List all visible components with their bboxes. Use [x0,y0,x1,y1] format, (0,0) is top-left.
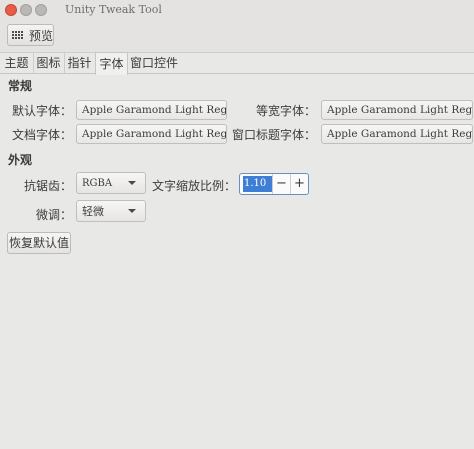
restore-defaults-button[interactable]: 恢复默认值 [7,232,71,254]
toolbar: 预览 [0,20,474,53]
document-font-button[interactable]: Apple Garamond Light Regular 13 [76,124,227,144]
text-scale-input[interactable]: 1.10 [243,176,272,192]
window-title-font-name: Apple Garamond Light Regular [327,128,473,140]
antialiasing-value: RGBA [82,177,113,189]
maximize-window-button[interactable] [35,4,47,16]
monospace-font-button[interactable]: Apple Garamond Light Regular 13 [321,100,473,120]
default-font-label: 默认字体： [11,104,72,118]
hinting-label: 微调： [35,208,72,222]
title-bar: Unity Tweak Tool [0,0,474,20]
text-scale-spinbox[interactable]: 1.10 − + [239,173,309,195]
hinting-value: 轻微 [82,205,104,218]
grid-icon [12,30,25,40]
tab-icons[interactable]: 图标 [33,53,65,73]
text-scale-label: 文字缩放比例： [151,179,236,193]
tab-window-controls[interactable]: 窗口控件 [127,53,181,73]
preview-button[interactable]: 预览 [7,24,54,46]
window-title-font-button[interactable]: Apple Garamond Light Regular 12 [321,124,473,144]
antialiasing-label: 抗锯齿： [23,179,72,193]
antialiasing-select[interactable]: RGBA [76,172,146,194]
minimize-window-button[interactable] [20,4,32,16]
monospace-font-name: Apple Garamond Light Regular [327,104,473,116]
general-section-heading: 常规 [8,79,33,93]
document-font-label: 文档字体： [11,128,72,142]
tab-cursor[interactable]: 指针 [64,53,96,73]
close-window-button[interactable] [5,4,17,16]
preview-button-label: 预览 [29,28,54,43]
window-title: Unity Tweak Tool [65,3,162,16]
decrease-button[interactable]: − [272,174,290,194]
tab-bar: 主题 图标 指针 字体 窗口控件 [0,52,474,75]
increase-button[interactable]: + [290,174,308,194]
window-title-font-label: 窗口标题字体： [232,128,317,142]
appearance-section-heading: 外观 [8,153,33,167]
default-font-name: Apple Garamond Light Regular [82,104,227,116]
document-font-name: Apple Garamond Light Regular [82,128,227,140]
monospace-font-label: 等宽字体： [255,104,316,118]
chevron-down-icon [128,209,136,213]
default-font-button[interactable]: Apple Garamond Light Regular 13 [76,100,227,120]
chevron-down-icon [128,181,136,185]
tab-fonts[interactable]: 字体 [95,52,128,75]
hinting-select[interactable]: 轻微 [76,200,146,222]
tab-theme[interactable]: 主题 [0,53,34,73]
